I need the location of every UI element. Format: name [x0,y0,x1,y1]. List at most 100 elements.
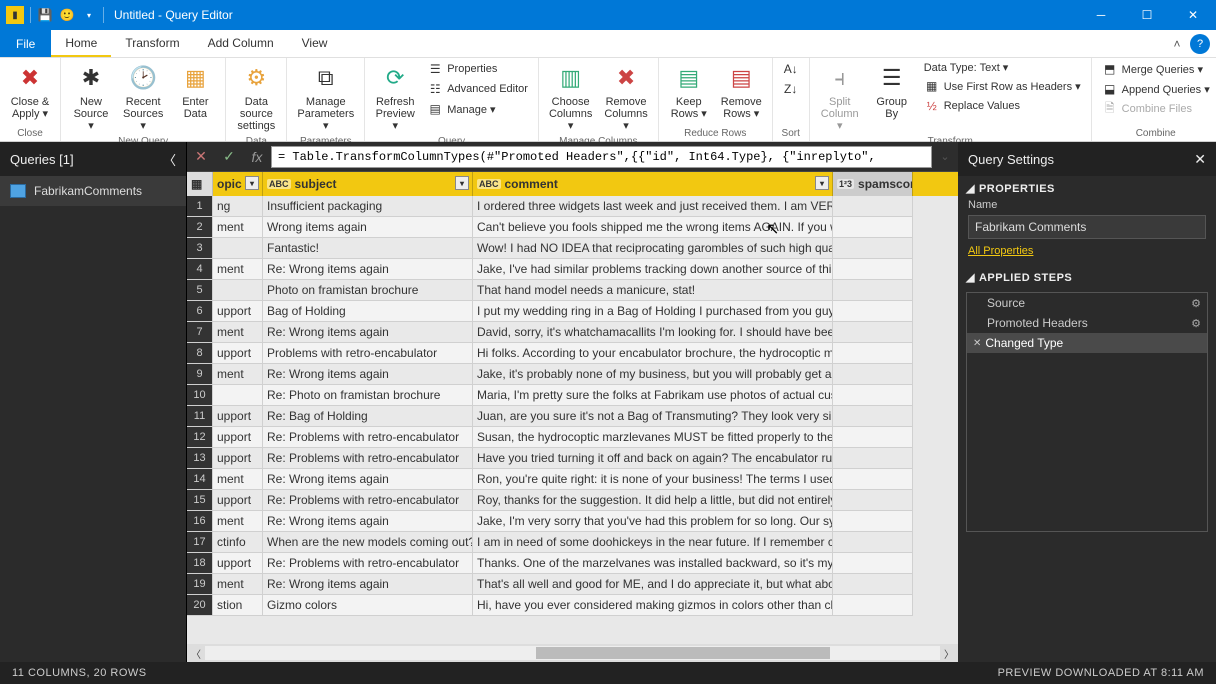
cell-topic[interactable]: ment [213,217,263,238]
cell-spamscore[interactable] [833,511,913,532]
home-tab[interactable]: Home [51,30,111,57]
cell-comment[interactable]: Can't believe you fools shipped me the w… [473,217,833,238]
sort-asc-button[interactable]: A↓ [779,60,803,78]
replace-values-button[interactable]: ½Replace Values [920,97,1085,115]
column-header-topic[interactable]: opic▾ [213,172,263,196]
step-settings-icon[interactable]: ⚙ [1191,317,1201,330]
cell-subject[interactable]: Re: Problems with retro-encabulator [263,490,473,511]
column-header-comment[interactable]: ABCcomment▾ [473,172,833,196]
save-icon[interactable]: 💾 [37,7,53,23]
table-row[interactable]: 9mentRe: Wrong items againJake, it's pro… [187,364,958,385]
collapse-queries-icon[interactable]: 〈 [163,150,176,169]
cell-subject[interactable]: Re: Bag of Holding [263,406,473,427]
cell-topic[interactable]: upport [213,427,263,448]
cell-comment[interactable]: David, sorry, it's whatchamacallits I'm … [473,322,833,343]
cell-spamscore[interactable] [833,322,913,343]
table-row[interactable]: 8upportProblems with retro-encabulatorHi… [187,343,958,364]
step-settings-icon[interactable]: ⚙ [1191,297,1201,310]
filter-icon[interactable]: ▾ [815,176,829,190]
cell-spamscore[interactable] [833,343,913,364]
cell-subject[interactable]: Problems with retro-encabulator [263,343,473,364]
transform-tab[interactable]: Transform [111,30,193,57]
formula-cancel-icon[interactable]: ✕ [187,143,215,171]
table-row[interactable]: 12upportRe: Problems with retro-encabula… [187,427,958,448]
cell-spamscore[interactable] [833,532,913,553]
cell-topic[interactable]: ment [213,469,263,490]
row-number-header[interactable]: ▦ [187,172,213,196]
cell-subject[interactable]: Re: Wrong items again [263,364,473,385]
keep-rows-button[interactable]: ▤KeepRows ▾ [665,60,713,126]
cell-subject[interactable]: Wrong items again [263,217,473,238]
cell-comment[interactable]: That hand model needs a manicure, stat! [473,280,833,301]
column-header-spamscore[interactable]: 1²3spamscore [833,172,913,196]
cell-subject[interactable]: Re: Wrong items again [263,322,473,343]
table-row[interactable]: 15upportRe: Problems with retro-encabula… [187,490,958,511]
filter-icon[interactable]: ▾ [455,176,469,190]
cell-spamscore[interactable] [833,448,913,469]
properties-button[interactable]: ☰Properties [423,60,532,78]
maximize-button[interactable]: ☐ [1124,0,1170,30]
cell-spamscore[interactable] [833,217,913,238]
data-source-settings-button[interactable]: ⚙Data sourcesettings [232,60,280,134]
cell-subject[interactable]: When are the new models coming out? [263,532,473,553]
cell-topic[interactable]: ment [213,574,263,595]
cell-comment[interactable]: I am in need of some doohickeys in the n… [473,532,833,553]
query-name-input[interactable] [968,215,1206,239]
cell-spamscore[interactable] [833,259,913,280]
table-row[interactable]: 5Photo on framistan brochureThat hand mo… [187,280,958,301]
cell-spamscore[interactable] [833,406,913,427]
cell-spamscore[interactable] [833,574,913,595]
formula-expand-icon[interactable]: ⌄ [932,150,958,163]
horizontal-scrollbar[interactable]: 〈 〉 [187,644,958,662]
cell-spamscore[interactable] [833,553,913,574]
cell-spamscore[interactable] [833,238,913,259]
cell-comment[interactable]: Susan, the hydrocoptic marzlevanes MUST … [473,427,833,448]
cell-subject[interactable]: Re: Wrong items again [263,574,473,595]
cell-comment[interactable]: Jake, I've had similar problems tracking… [473,259,833,280]
scroll-thumb[interactable] [536,647,830,659]
close-panel-icon[interactable]: ✕ [1194,151,1206,168]
append-queries-button[interactable]: ⬓Append Queries ▾ [1098,80,1214,98]
cell-subject[interactable]: Re: Wrong items again [263,511,473,532]
table-row[interactable]: 2mentWrong items againCan't believe you … [187,217,958,238]
column-header-subject[interactable]: ABCsubject▾ [263,172,473,196]
cell-subject[interactable]: Re: Problems with retro-encabulator [263,448,473,469]
cell-subject[interactable]: Bag of Holding [263,301,473,322]
cell-topic[interactable]: upport [213,406,263,427]
table-row[interactable]: 13upportRe: Problems with retro-encabula… [187,448,958,469]
cell-spamscore[interactable] [833,196,913,217]
properties-section-header[interactable]: ◢PROPERTIES [958,176,1216,199]
cell-comment[interactable]: Ron, you're quite right: it is none of y… [473,469,833,490]
applied-step[interactable]: ✕Changed Type [967,333,1207,353]
refresh-preview-button[interactable]: ⟳RefreshPreview ▾ [371,60,419,134]
table-row[interactable]: 14mentRe: Wrong items againRon, you're q… [187,469,958,490]
cell-comment[interactable]: Jake, it's probably none of my business,… [473,364,833,385]
cell-subject[interactable]: Gizmo colors [263,595,473,616]
table-row[interactable]: 7mentRe: Wrong items againDavid, sorry, … [187,322,958,343]
cell-topic[interactable]: ng [213,196,263,217]
close-window-button[interactable]: ✕ [1170,0,1216,30]
cell-topic[interactable]: upport [213,301,263,322]
cell-comment[interactable]: Hi, have you ever considered making gizm… [473,595,833,616]
cell-topic[interactable]: upport [213,343,263,364]
cell-comment[interactable]: Wow! I had NO IDEA that reciprocating ga… [473,238,833,259]
cell-comment[interactable]: Have you tried turning it off and back o… [473,448,833,469]
table-row[interactable]: 17ctinfoWhen are the new models coming o… [187,532,958,553]
sort-desc-button[interactable]: Z↓ [779,80,803,98]
cell-subject[interactable]: Re: Problems with retro-encabulator [263,553,473,574]
all-properties-link[interactable]: All Properties [958,245,1216,265]
new-source-button[interactable]: ✱NewSource ▾ [67,60,115,134]
cell-comment[interactable]: Jake, I'm very sorry that you've had thi… [473,511,833,532]
cell-subject[interactable]: Re: Wrong items again [263,259,473,280]
table-row[interactable]: 20stionGizmo colorsHi, have you ever con… [187,595,958,616]
applied-steps-header[interactable]: ◢APPLIED STEPS [958,265,1216,288]
table-row[interactable]: 16mentRe: Wrong items againJake, I'm ver… [187,511,958,532]
cell-subject[interactable]: Re: Problems with retro-encabulator [263,427,473,448]
query-item[interactable]: FabrikamComments [0,176,186,206]
cell-comment[interactable]: Juan, are you sure it's not a Bag of Tra… [473,406,833,427]
cell-spamscore[interactable] [833,364,913,385]
cell-topic[interactable] [213,385,263,406]
applied-step[interactable]: Promoted Headers⚙ [967,313,1207,333]
cell-spamscore[interactable] [833,469,913,490]
cell-topic[interactable]: ment [213,511,263,532]
